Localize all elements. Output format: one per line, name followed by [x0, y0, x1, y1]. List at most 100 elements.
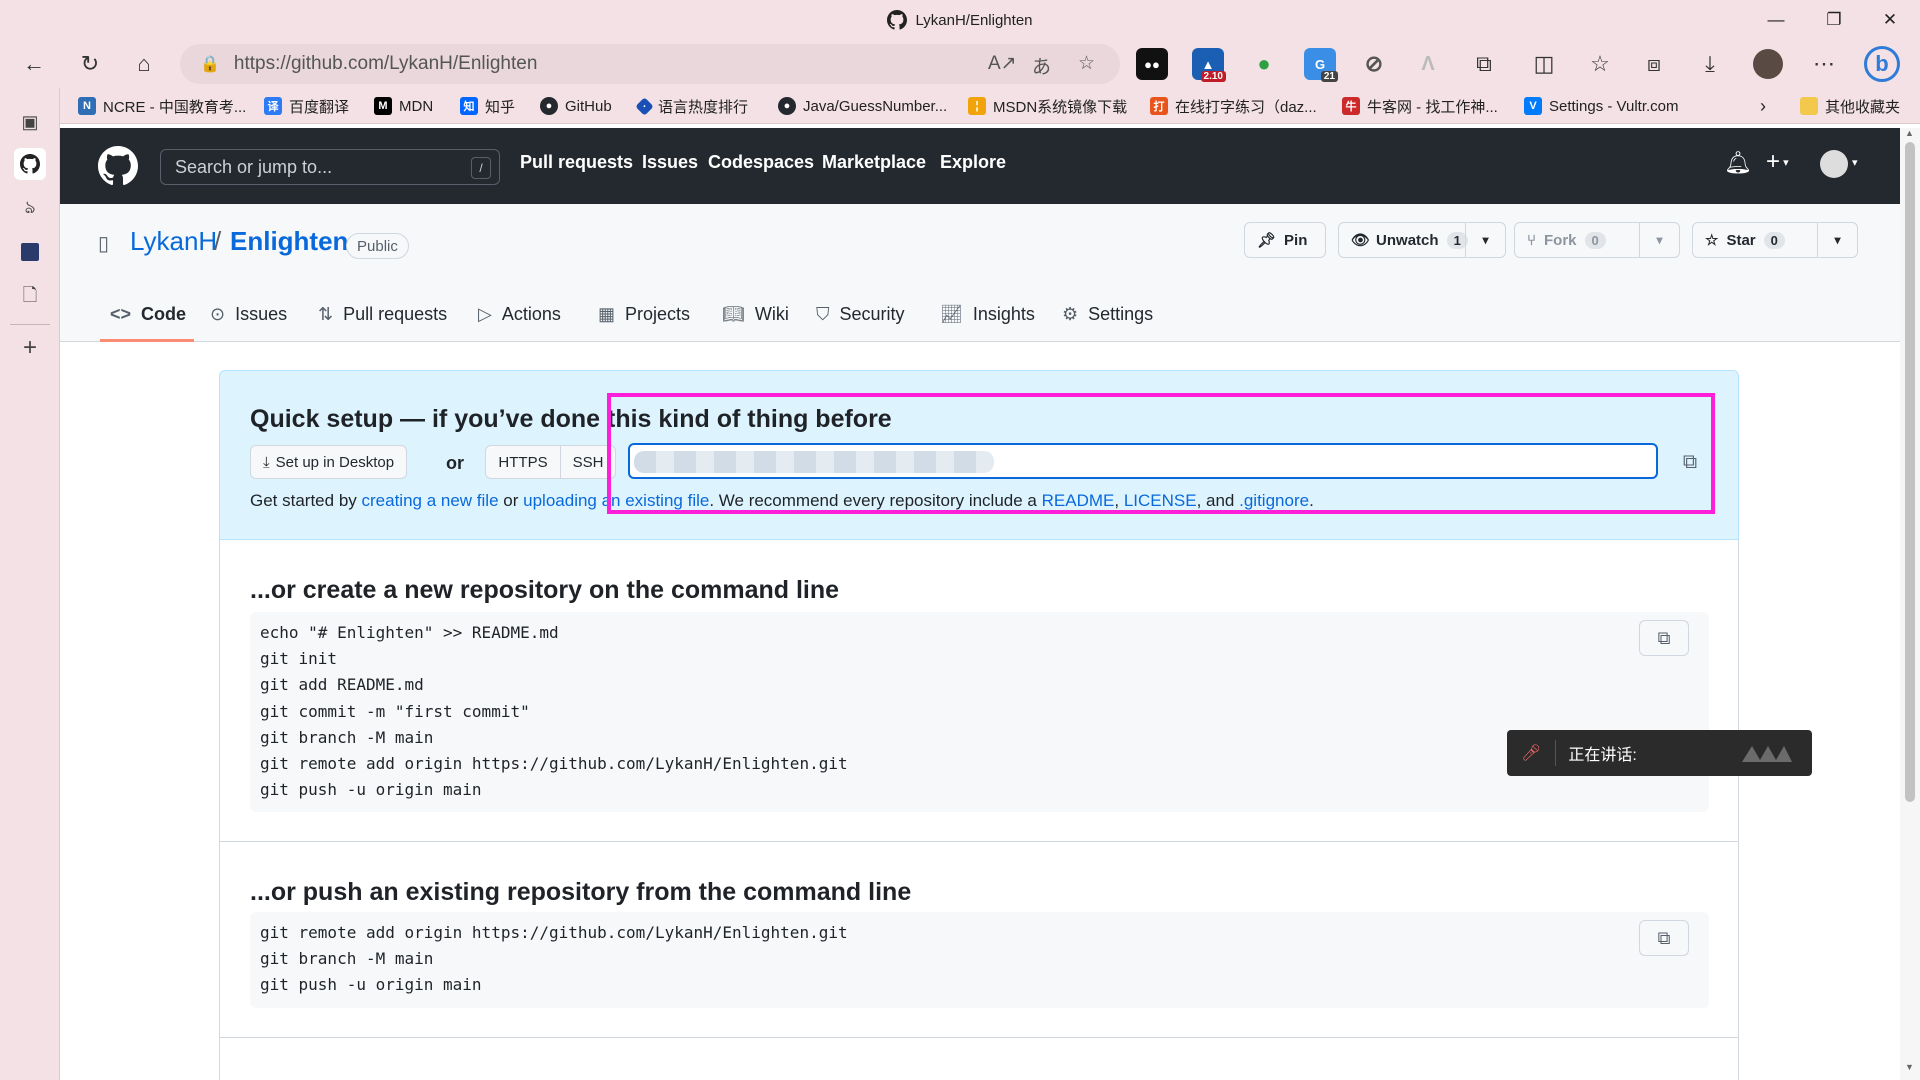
nav-codespaces[interactable]: Codespaces: [708, 152, 814, 173]
tab-issues[interactable]: ⊙ Issues: [210, 292, 287, 342]
gear-icon: ⚙: [1062, 304, 1079, 324]
tab-document-icon[interactable]: 🗋: [14, 282, 46, 314]
tab-projects[interactable]: ▦ Projects: [598, 292, 690, 342]
tab-security[interactable]: ⛉ Security: [816, 292, 905, 342]
copy-push-repo-icon[interactable]: ⧉: [1639, 920, 1689, 956]
github-search-input[interactable]: Search or jump to... /: [160, 149, 500, 185]
address-bar[interactable]: 🔒 https://github.com/LykanH/Enlighten A↗…: [180, 44, 1120, 84]
repo-owner-link[interactable]: LykanH: [130, 226, 217, 257]
bookmark-ncre[interactable]: N NCRE - 中国教育考...: [78, 88, 246, 124]
add-favorite-icon[interactable]: ☆: [1078, 52, 1095, 75]
fork-button[interactable]: ⑂ Fork 0 ▾: [1514, 222, 1680, 258]
star-dropdown-caret-icon[interactable]: ▾: [1817, 223, 1857, 257]
tab-pull-requests[interactable]: ⇅ Pull requests: [318, 292, 447, 342]
favorites-icon[interactable]: ☆: [1582, 46, 1618, 82]
unwatch-dropdown-caret-icon[interactable]: ▾: [1465, 223, 1505, 257]
new-repo-code[interactable]: echo "# Enlighten" >> README.md git init…: [260, 620, 848, 803]
nav-explore[interactable]: Explore: [940, 152, 1006, 173]
nav-issues[interactable]: Issues: [642, 152, 698, 173]
tab-settings[interactable]: ⚙ Settings: [1062, 292, 1153, 342]
tab-insights[interactable]: 📈︎ Insights: [940, 292, 1035, 342]
https-toggle[interactable]: HTTPS: [485, 445, 561, 479]
bookmark-language-ranking[interactable]: · 语言热度排行: [635, 88, 748, 124]
unwatch-button[interactable]: 👁︎ Unwatch 1 ▾: [1338, 222, 1506, 258]
extension-evernote-icon[interactable]: ●: [1248, 48, 1280, 80]
bookmark-msdn[interactable]: ¦ MSDN系统镜像下载: [968, 88, 1127, 124]
extension-eye-off-icon[interactable]: ⊘: [1358, 48, 1390, 80]
scroll-down-arrow-icon[interactable]: ▼: [1905, 1062, 1914, 1072]
new-tab-plus-icon[interactable]: +: [14, 332, 46, 364]
collections-icon[interactable]: ⧈: [1636, 46, 1672, 82]
extensions-puzzle-icon[interactable]: ⧉: [1466, 46, 1502, 82]
setup-desktop-button[interactable]: ⤓ Set up in Desktop: [250, 445, 408, 479]
downloads-icon[interactable]: ⤓: [1692, 46, 1728, 82]
extension-a-icon[interactable]: Λ: [1412, 48, 1444, 80]
copy-new-repo-icon[interactable]: ⧉: [1639, 620, 1689, 656]
tab-wiki[interactable]: 📖︎ Wiki: [722, 292, 789, 342]
new-repo-section: ...or create a new repository on the com…: [219, 540, 1739, 842]
fork-icon: ⑂: [1527, 231, 1537, 249]
window-titlebar: LykanH/Enlighten — ❐ ✕: [0, 0, 1920, 40]
extension-tampermonkey-icon[interactable]: ●●: [1136, 48, 1168, 80]
push-repo-code[interactable]: git remote add origin https://github.com…: [260, 920, 848, 999]
toast-text: 正在讲话:: [1568, 747, 1637, 764]
other-bookmarks-folder[interactable]: . 其他收藏夹: [1800, 88, 1900, 124]
fork-dropdown-caret-icon[interactable]: ▾: [1639, 223, 1679, 257]
tab-snake-icon[interactable]: ঌ: [14, 192, 46, 224]
more-menu-icon[interactable]: ⋯: [1806, 46, 1842, 82]
bookmark-java-guessnumber[interactable]: ● Java/GuessNumber...: [778, 88, 947, 124]
user-avatar[interactable]: [1820, 150, 1848, 178]
bookmark-mdn[interactable]: M MDN: [374, 88, 433, 124]
visibility-badge: Public: [346, 233, 409, 259]
bookmark-baidu-translate[interactable]: 译百度翻译: [264, 88, 349, 124]
search-shortcut-key: /: [471, 157, 491, 179]
tab-actions-icon[interactable]: ▣: [14, 106, 46, 138]
home-icon[interactable]: ⌂: [126, 46, 162, 82]
bookmarks-overflow-chevron-icon[interactable]: ›: [1760, 88, 1766, 124]
nav-pull-requests[interactable]: Pull requests: [520, 152, 633, 173]
create-new-file-link[interactable]: creating a new file: [362, 491, 499, 510]
tab-actions[interactable]: ▷ Actions: [478, 292, 561, 342]
eye-icon: 👁︎: [1351, 232, 1371, 249]
avatar-caret-icon[interactable]: ▾: [1852, 156, 1858, 169]
bookmark-zhihu[interactable]: 知知乎: [460, 88, 515, 124]
github-logo-icon[interactable]: [98, 146, 138, 191]
minimize-button[interactable]: —: [1748, 0, 1804, 40]
search-placeholder: Search or jump to...: [175, 156, 333, 177]
book-icon: 📖︎: [722, 304, 745, 324]
tab-code[interactable]: <> Code: [100, 292, 194, 342]
read-aloud-icon[interactable]: A↗: [988, 52, 1017, 75]
scroll-up-arrow-icon[interactable]: ▲: [1905, 128, 1914, 138]
folder-icon: .: [1800, 97, 1818, 115]
refresh-icon[interactable]: ↻: [72, 46, 108, 82]
bookmark-github[interactable]: ● GitHub: [540, 88, 612, 124]
star-button[interactable]: ☆ Star 0 ▾: [1692, 222, 1858, 258]
create-new-plus-icon[interactable]: + ▾: [1766, 148, 1789, 176]
bookmark-typing[interactable]: 打在线打字练习（daz...: [1150, 88, 1317, 124]
nowcoder-icon: 牛: [1342, 97, 1360, 115]
extension-translate-icon[interactable]: G 21: [1304, 48, 1338, 82]
close-window-button[interactable]: ✕: [1862, 0, 1918, 40]
pin-icon: 📌︎: [1257, 232, 1277, 249]
nav-marketplace[interactable]: Marketplace: [822, 152, 926, 173]
split-screen-icon[interactable]: ◫: [1526, 46, 1562, 82]
bing-icon[interactable]: b: [1864, 46, 1900, 82]
graph-icon: 📈︎: [940, 304, 963, 324]
pin-button[interactable]: 📌︎ Pin: [1244, 222, 1326, 258]
repository-header: ▯ LykanH / Enlighten Public 📌︎ Pin 👁︎ Unwa…: [60, 204, 1900, 342]
restore-button[interactable]: ❐: [1806, 0, 1862, 40]
notifications-bell-icon[interactable]: 🔔︎: [1724, 150, 1752, 176]
push-repo-code-block: git remote add origin https://github.com…: [250, 912, 1709, 1008]
bookmark-vultr[interactable]: V Settings - Vultr.com: [1524, 88, 1679, 124]
translate-icon[interactable]: あ: [1032, 52, 1051, 79]
repo-name-link[interactable]: Enlighten: [230, 226, 348, 257]
page-scrollbar[interactable]: ▲ ▼: [1900, 128, 1920, 1080]
github-tab-icon[interactable]: [14, 148, 46, 180]
mic-muted-icon[interactable]: 🎤︎: [1521, 743, 1541, 763]
bookmark-nowcoder[interactable]: 牛牛客网 - 找工作神...: [1342, 88, 1498, 124]
profile-avatar[interactable]: [1750, 46, 1786, 82]
back-arrow-icon[interactable]: ←: [16, 46, 52, 82]
scrollbar-thumb[interactable]: [1905, 142, 1915, 802]
tab-image-icon[interactable]: [14, 236, 46, 268]
extension-badge-icon[interactable]: ▲ 2.10: [1192, 48, 1226, 82]
